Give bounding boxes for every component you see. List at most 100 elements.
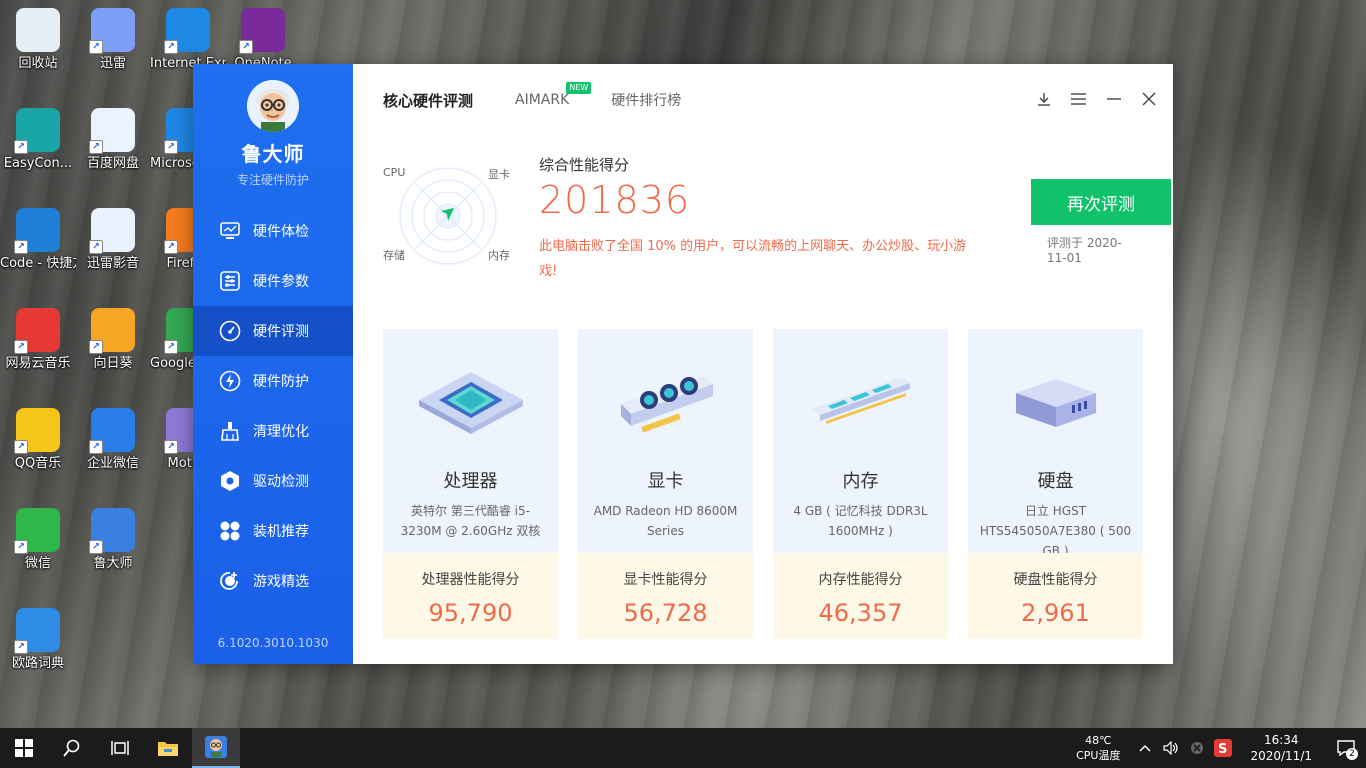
card-score-value: 46,357 (818, 599, 903, 627)
brand-subtitle: 专注硬件防护 (236, 173, 309, 187)
svg-text:S: S (1218, 742, 1227, 757)
sidebar-item-build-recommend[interactable]: 装机推荐 (193, 506, 353, 556)
tab-aimark[interactable]: AIMARK NEW (515, 82, 592, 108)
shortcut-arrow-icon: ↗ (164, 440, 178, 454)
ludashi-icon (205, 736, 227, 758)
notification-count: 2 (1346, 748, 1358, 760)
baidu-netdisk-icon: ↗ (89, 108, 135, 154)
wechat-icon: ↗ (14, 508, 60, 554)
search-icon (63, 739, 80, 757)
netease-music-icon: ↗ (14, 308, 60, 354)
score-area: CPU 显卡 存储 内存 综合性能得分 201836 此电脑击败了全国 10% … (381, 154, 1171, 284)
card-score-value: 56,728 (623, 599, 708, 627)
shortcut-arrow-icon: ↗ (89, 440, 103, 454)
recycle-bin-icon (16, 8, 60, 52)
desktop-icon-label: 回收站 (18, 56, 58, 71)
graphics-card-icon (578, 349, 753, 459)
volume-icon[interactable] (1160, 737, 1182, 759)
task-view-icon (111, 741, 129, 755)
performance-radar: CPU 显卡 存储 内存 (381, 154, 516, 279)
shortcut-arrow-icon: ↗ (14, 640, 28, 654)
card-score-label: 硬盘性能得分 (1013, 572, 1098, 588)
card-score-box: 处理器性能得分 95,790 (383, 553, 558, 639)
tab-bar: 核心硬件评测 AIMARK NEW 硬件排行榜 (353, 64, 1173, 136)
card-disk: 硬盘 日立 HGST HTS545050A7E380 ( 500 GB ) 硬盘… (968, 329, 1143, 639)
broom-icon (219, 420, 241, 442)
radar-label-memory: 内存 (488, 249, 510, 262)
sogou-input-icon[interactable]: S (1212, 737, 1234, 759)
shortcut-arrow-icon: ↗ (14, 540, 28, 554)
desktop-icon[interactable]: ↗ 百度网盘 (75, 108, 151, 173)
eudic-icon: ↗ (14, 608, 60, 654)
shortcut-arrow-icon: ↗ (164, 340, 178, 354)
xunlei-icon: ↗ (89, 8, 135, 54)
card-score-box: 显卡性能得分 56,728 (578, 553, 753, 639)
chevron-up-icon[interactable] (1134, 737, 1156, 759)
retest-button[interactable]: 再次评测 (1031, 179, 1171, 225)
easyconnect-icon: ↗ (14, 108, 60, 154)
tab-core-benchmark[interactable]: 核心硬件评测 (383, 90, 473, 111)
clock-time: 16:34 (1263, 733, 1299, 747)
desktop-icon-label: 微信 (24, 556, 51, 571)
menu-icon[interactable] (1070, 90, 1087, 107)
tab-hardware-ranking[interactable]: 硬件排行榜 (611, 90, 681, 110)
desktop-icon[interactable]: ↗ 网易云音乐 (0, 308, 76, 373)
sliders-icon (219, 270, 241, 292)
desktop-icon[interactable]: ↗ 欧路词典 (0, 608, 76, 673)
desktop-icon[interactable]: ↗ QQ音乐 (0, 408, 76, 473)
sidebar-item-hardware-check[interactable]: 硬件体检 (193, 206, 353, 256)
card-score-label: 内存性能得分 (818, 572, 903, 588)
card-name: 显卡 (647, 471, 684, 492)
desktop-icon[interactable]: 回收站 (0, 8, 76, 73)
card-memory: 内存 4 GB ( 记忆科技 DDR3L 1600MHz ) 内存性能得分 46… (773, 329, 948, 639)
desktop-icon[interactable]: ↗ EasyCon... (0, 108, 76, 173)
network-disconnected-icon[interactable] (1186, 737, 1208, 759)
monitor-check-icon (219, 220, 241, 242)
vscode-icon: ↗ (14, 208, 60, 254)
sidebar-item-hardware-benchmark[interactable]: 硬件评测 (193, 306, 353, 356)
desktop-icon-label: 欧路词典 (11, 656, 64, 671)
cpu-temperature[interactable]: 48℃ CPU温度 (1076, 733, 1120, 763)
task-view-button[interactable] (96, 728, 144, 768)
sidebar-item-hardware-protection[interactable]: 硬件防护 (193, 356, 353, 406)
desktop-icon[interactable]: ↗ 企业微信 (75, 408, 151, 473)
tab-label: AIMARK (515, 92, 570, 108)
clock[interactable]: 16:34 2020/11/1 (1250, 732, 1312, 764)
desktop-icon[interactable]: ↗ 微信 (0, 508, 76, 573)
notification-center[interactable]: 2 (1326, 728, 1366, 768)
desktop-icon-label: 网易云音乐 (5, 356, 71, 371)
card-score-value: 2,961 (1021, 599, 1090, 627)
download-icon[interactable] (1035, 90, 1052, 107)
score-description: 此电脑击败了全国 10% 的用户，可以流畅的上网聊天、办公炒股、玩小游戏! (539, 239, 967, 279)
desktop-icon[interactable]: ↗ Code - 快捷方式 (0, 208, 76, 273)
sidebar-item-cleanup[interactable]: 清理优化 (193, 406, 353, 456)
card-gpu: 显卡 AMD Radeon HD 8600M Series 显卡性能得分 56,… (578, 329, 753, 639)
shortcut-arrow-icon: ↗ (14, 440, 28, 454)
sidebar-item-hardware-params[interactable]: 硬件参数 (193, 256, 353, 306)
desktop-icon[interactable]: ↗ 迅雷 (75, 8, 151, 73)
minimize-icon[interactable] (1105, 90, 1122, 107)
memory-stick-icon (773, 349, 948, 459)
brand-name: 鲁大师 (241, 142, 305, 166)
speedometer-icon (219, 320, 241, 342)
sidebar-item-games[interactable]: 游戏精选 (193, 556, 353, 606)
start-button[interactable] (0, 728, 48, 768)
card-score-label: 处理器性能得分 (421, 572, 520, 588)
gamepad-icon (219, 570, 241, 592)
shortcut-arrow-icon: ↗ (89, 240, 103, 254)
windows-logo-icon (15, 739, 33, 757)
desktop-icon[interactable]: ↗ 迅雷影音 (75, 208, 151, 273)
search-button[interactable] (48, 728, 96, 768)
desktop-icon[interactable]: ↗ 鲁大师 (75, 508, 151, 573)
desktop-icon[interactable]: ↗ 向日葵 (75, 308, 151, 373)
taskbar-file-explorer[interactable] (144, 728, 192, 768)
shortcut-arrow-icon: ↗ (89, 340, 103, 354)
cpu-chip-icon (383, 349, 558, 459)
lightning-shield-icon (219, 370, 241, 392)
taskbar-ludashi[interactable] (192, 728, 240, 768)
sidebar-item-driver-detect[interactable]: 驱动检测 (193, 456, 353, 506)
close-icon[interactable] (1140, 90, 1157, 107)
sidebar-item-label: 硬件参数 (253, 274, 309, 290)
desktop-icon-label: QQ音乐 (14, 456, 62, 471)
overall-score-value: 201836 (539, 178, 691, 222)
